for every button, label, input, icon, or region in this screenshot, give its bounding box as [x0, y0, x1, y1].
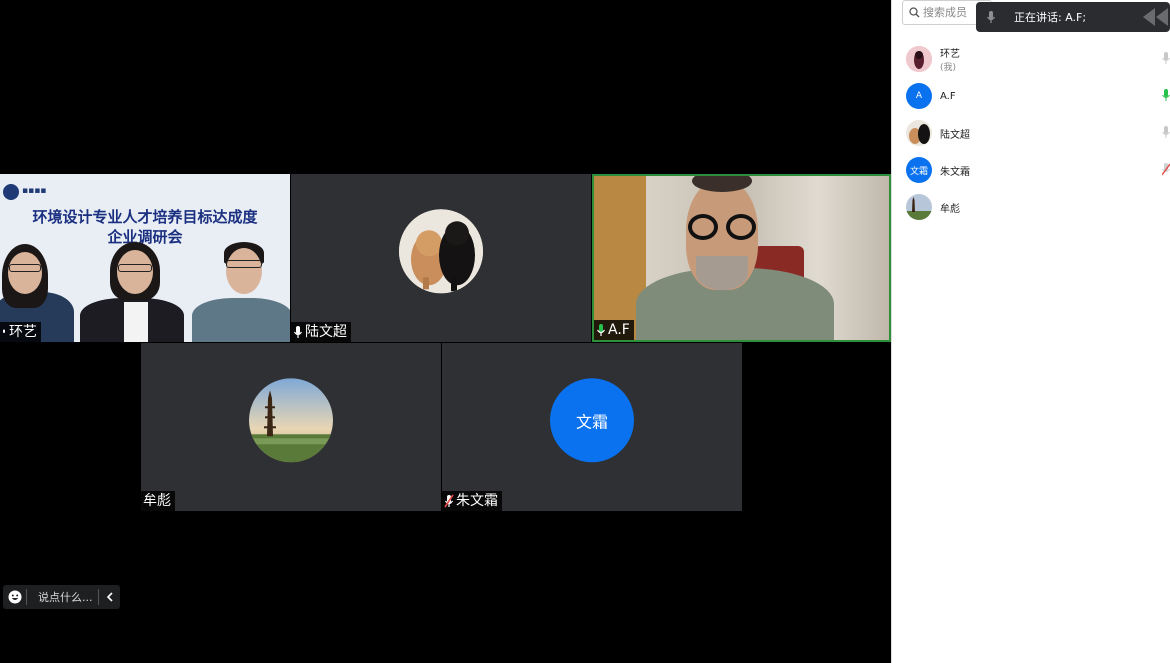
tile-name-label: 陆文超: [291, 322, 351, 342]
speaking-text: 正在讲话: A.F;: [1014, 11, 1087, 24]
microphone-muted-icon: [444, 494, 454, 508]
tile-name-label: 朱文霜: [442, 491, 502, 511]
tile-name-text: 朱文霜: [456, 493, 498, 509]
tile-name-text: 牟彪: [143, 493, 171, 509]
member-name: 陆文超: [940, 129, 970, 141]
microphone-icon: [294, 326, 302, 338]
member-item-af[interactable]: A A.F: [906, 82, 1170, 110]
participant-face: [117, 250, 153, 294]
tile-name-label: 牟彪: [141, 491, 175, 511]
member-avatar-photo-icon: [906, 46, 932, 72]
microphone-muted-icon[interactable]: [1162, 163, 1170, 176]
members-panel: 环艺 (我) A A.F 陆文超: [891, 0, 1170, 663]
participant-avatar-dogs: [399, 209, 483, 294]
participant-shirt: [124, 302, 148, 342]
banner-title-line1: 环境设计专业人才培养目标达成度: [32, 208, 258, 226]
member-avatar: [906, 46, 932, 72]
video-stage: ▪▪▪▪ 环境设计专业人才培养目标达成度 企业调研会 环艺 陆文超 A.F 牟彪…: [0, 0, 891, 663]
tile-name-label: 环艺: [0, 322, 41, 342]
member-name: A.F: [940, 90, 956, 102]
member-name: 牟彪: [940, 203, 960, 215]
member-avatar-dogs-icon: [906, 120, 932, 146]
member-avatar: [906, 194, 932, 220]
speaker-glasses-left: [688, 214, 718, 240]
video-tile-zhuwenshuang[interactable]: 文霜 朱文霜: [442, 343, 742, 511]
tile-name-text: 环艺: [9, 324, 37, 340]
collapse-chat-button[interactable]: [98, 589, 120, 605]
participant-initials-avatar: 文霜: [550, 378, 634, 463]
speaker-beard: [696, 256, 748, 290]
participant-face: [8, 252, 42, 294]
speaking-indicator: 正在讲话: A.F;: [976, 2, 1170, 32]
participant-glasses: [118, 264, 152, 272]
participant-glasses: [226, 260, 262, 268]
participant-glasses: [9, 264, 41, 272]
member-item-huanyi[interactable]: 环艺 (我): [906, 45, 1170, 73]
emoji-button[interactable]: [3, 589, 27, 605]
participant-face: [226, 248, 262, 294]
microphone-icon[interactable]: [1162, 52, 1170, 65]
member-item-luwenchao[interactable]: 陆文超: [906, 119, 1170, 147]
dogs-photo-icon: [399, 209, 483, 294]
tile-name-text: 陆文超: [305, 324, 347, 340]
member-name: 环艺: [940, 49, 960, 60]
smiley-icon: [8, 590, 21, 604]
tile-name-text: A.F: [608, 322, 630, 338]
scroll-left-icon[interactable]: [1156, 8, 1168, 26]
member-item-zhuwenshuang[interactable]: 文霜 朱文霜: [906, 156, 1170, 184]
microphone-active-icon[interactable]: [1162, 89, 1170, 102]
search-icon: [909, 7, 920, 18]
member-name: 朱文霜: [940, 166, 970, 178]
chat-input-bar[interactable]: 说点什么...: [3, 585, 120, 609]
member-item-moubiao[interactable]: 牟彪: [906, 193, 1170, 221]
chevron-left-icon: [106, 592, 113, 602]
university-logo-wordmark: ▪▪▪▪: [22, 186, 47, 196]
microphone-icon: [3, 329, 5, 333]
participant-figure: [192, 298, 290, 342]
member-avatar: [906, 120, 932, 146]
speaker-glasses-right: [726, 214, 756, 240]
microphone-active-icon: [597, 324, 605, 336]
participant-avatar-pagoda: [249, 378, 333, 463]
speaking-scroll-controls[interactable]: [1130, 8, 1170, 26]
pagoda-photo-icon: [249, 378, 333, 463]
microphone-icon[interactable]: [1162, 126, 1170, 139]
member-avatar-pagoda-icon: [906, 194, 932, 220]
member-self-tag: (我): [940, 63, 957, 73]
scroll-left-icon[interactable]: [1143, 8, 1155, 26]
tile-name-label: A.F: [594, 320, 634, 340]
chat-input-placeholder[interactable]: 说点什么...: [27, 589, 98, 605]
member-initials-avatar: A: [906, 83, 932, 109]
video-tile-luwenchao[interactable]: 陆文超: [291, 174, 591, 342]
video-tile-moubiao[interactable]: 牟彪: [141, 343, 441, 511]
member-initials-avatar: 文霜: [906, 157, 932, 183]
video-tile-af-speaking[interactable]: A.F: [592, 174, 891, 342]
microphone-icon: [987, 11, 995, 23]
university-logo-icon: [3, 184, 19, 200]
video-tile-huanyi[interactable]: ▪▪▪▪ 环境设计专业人才培养目标达成度 企业调研会 环艺: [0, 174, 290, 342]
